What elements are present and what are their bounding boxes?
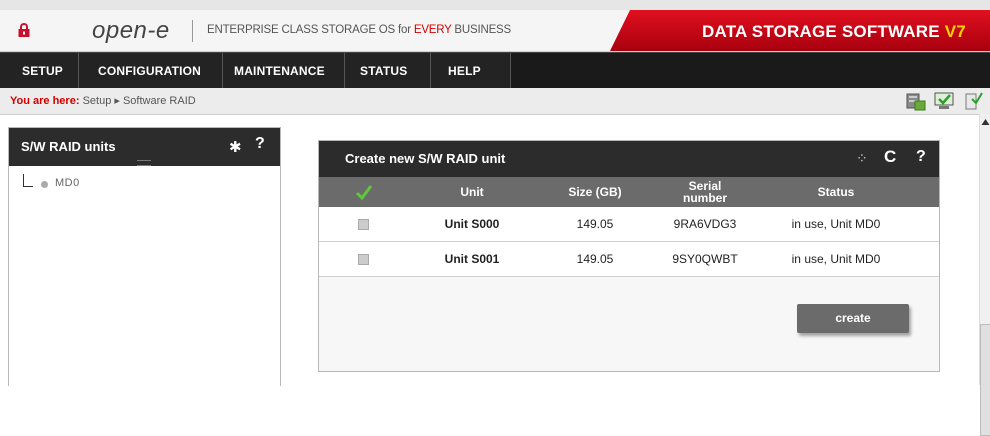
panel-title: S/W RAID units (21, 139, 116, 154)
nav-divider (222, 53, 223, 89)
help-icon[interactable]: ? (255, 135, 265, 153)
raid-units-panel: S/W RAID units ✱ ? MD0 (8, 127, 281, 386)
create-raid-header: Create new S/W RAID unit ⁘ C ? (319, 141, 939, 177)
nav-divider (344, 53, 345, 89)
logo: open-e (92, 17, 170, 45)
tagline-suffix: BUSINESS (451, 24, 511, 36)
size-cell: 149.05 (576, 252, 614, 266)
tagline: ENTERPRISE CLASS STORAGE OS for EVERY BU… (207, 24, 511, 36)
column-header-size[interactable]: Size (GB) (535, 177, 655, 207)
select-all-checkbox[interactable] (319, 177, 409, 207)
nav-status[interactable]: STATUS (360, 53, 407, 89)
banner-version: V7 (944, 22, 966, 41)
breadcrumb-path[interactable]: Setup ▸ Software RAID (83, 95, 196, 107)
monitor-check-icon[interactable] (933, 91, 955, 111)
status-cell: in use, Unit MD0 (791, 217, 881, 231)
tagline-prefix: ENTERPRISE CLASS STORAGE OS for (207, 24, 414, 36)
breadcrumb: You are here: Setup ▸ Software RAID (0, 88, 990, 115)
unit-cell: Unit S000 (444, 217, 500, 231)
tree-node-icon (41, 181, 48, 188)
create-raid-panel: Create new S/W RAID unit ⁘ C ? Unit Size… (318, 140, 940, 372)
scrollbar-thumb[interactable] (980, 324, 990, 436)
serial-cell: 9SY0QWBT (672, 252, 738, 266)
row-checkbox[interactable] (358, 219, 369, 230)
row-checkbox[interactable] (358, 254, 369, 265)
table-header: Unit Size (GB) Serial number Status (319, 177, 939, 207)
page-scrollbar[interactable] (979, 114, 990, 436)
panel-title: Create new S/W RAID unit (345, 151, 506, 166)
help-icon[interactable]: ? (916, 148, 926, 166)
serial-cell: 9RA6VDG3 (673, 217, 737, 231)
tagline-highlight: EVERY (413, 24, 452, 36)
banner-text: DATA STORAGE SOFTWARE (702, 22, 945, 41)
nav-background (510, 53, 990, 89)
table-row[interactable]: Unit S000 149.05 9RA6VDG3 in use, Unit M… (319, 207, 939, 242)
create-button[interactable]: create (797, 304, 909, 333)
refresh-icon[interactable]: C (884, 147, 896, 167)
header: open-e ENTERPRISE CLASS STORAGE OS for E… (0, 10, 990, 52)
tree-connector (23, 174, 33, 187)
column-header-status[interactable]: Status (755, 177, 917, 207)
gear-icon[interactable]: ✱ (229, 138, 242, 156)
top-strip (0, 0, 990, 10)
raid-units-header: S/W RAID units ✱ ? (9, 128, 280, 166)
nav-divider (510, 53, 511, 89)
check-icon (355, 185, 373, 200)
serial-header-line2: number (682, 191, 727, 205)
nav-configuration[interactable]: CONFIGURATION (98, 53, 201, 89)
tree-item-md0[interactable]: MD0 (55, 177, 80, 189)
spinner-icon: ⁘ (856, 150, 868, 166)
nav-divider (78, 53, 79, 89)
column-header-serial[interactable]: Serial number (655, 177, 755, 207)
nav-help[interactable]: HELP (448, 53, 481, 89)
breadcrumb-prefix: You are here: (10, 95, 80, 107)
nav-maintenance[interactable]: MAINTENANCE (234, 53, 325, 89)
table-row[interactable]: Unit S001 149.05 9SY0QWBT in use, Unit M… (319, 242, 939, 277)
unit-cell: Unit S001 (444, 252, 500, 266)
info-icon[interactable] (962, 91, 984, 111)
header-divider (192, 20, 193, 42)
banner-title: DATA STORAGE SOFTWARE V7 (702, 22, 966, 42)
server-icon[interactable] (905, 91, 927, 111)
logo-text: open-e (92, 17, 170, 44)
size-cell: 149.05 (576, 217, 614, 231)
nav-divider (430, 53, 431, 89)
resize-grip[interactable] (137, 160, 151, 166)
nav-setup[interactable]: SETUP (22, 53, 63, 89)
main-nav: SETUP CONFIGURATION MAINTENANCE STATUS H… (0, 52, 990, 89)
column-header-unit[interactable]: Unit (409, 177, 535, 207)
status-cell: in use, Unit MD0 (791, 252, 881, 266)
breadcrumb-text: You are here: Setup ▸ Software RAID (10, 94, 196, 107)
lock-icon (18, 23, 30, 37)
scroll-up-arrow-icon[interactable] (980, 116, 990, 128)
